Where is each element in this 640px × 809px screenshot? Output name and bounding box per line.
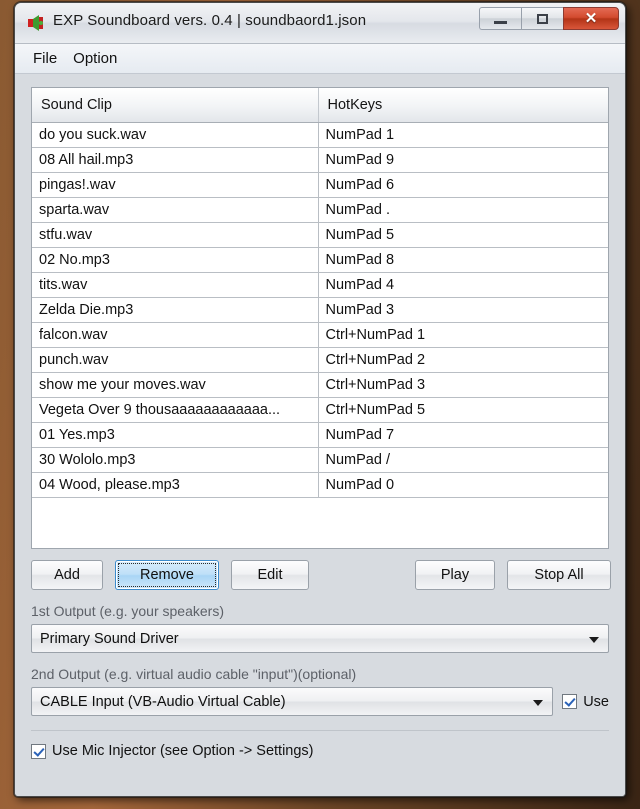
column-header-sound-clip[interactable]: Sound Clip	[32, 88, 318, 122]
play-button[interactable]: Play	[415, 560, 495, 590]
column-header-hotkeys[interactable]: HotKeys	[318, 88, 608, 122]
remove-button-label: Remove	[140, 567, 194, 583]
use-second-output-label: Use	[583, 694, 609, 710]
table-row[interactable]: do you suck.wavNumPad 1	[32, 122, 608, 147]
use-second-output-checkbox[interactable]: Use	[562, 694, 609, 710]
cell-sound-clip: pingas!.wav	[32, 172, 318, 197]
cell-hotkey: Ctrl+NumPad 2	[318, 347, 608, 372]
cell-hotkey: NumPad 6	[318, 172, 608, 197]
table-row[interactable]: Zelda Die.mp3NumPad 3	[32, 297, 608, 322]
soundboard-speaker-icon	[27, 14, 45, 32]
chevron-down-icon	[589, 637, 599, 643]
cell-hotkey: Ctrl+NumPad 1	[318, 322, 608, 347]
table-row[interactable]: falcon.wavCtrl+NumPad 1	[32, 322, 608, 347]
desktop-background: EXP Soundboard vers. 0.4 | soundbaord1.j…	[0, 0, 640, 809]
cell-hotkey: NumPad 4	[318, 272, 608, 297]
application-window: EXP Soundboard vers. 0.4 | soundbaord1.j…	[14, 2, 626, 797]
cell-sound-clip: sparta.wav	[32, 197, 318, 222]
cell-hotkey: NumPad 0	[318, 472, 608, 497]
cell-sound-clip: punch.wav	[32, 347, 318, 372]
title-bar: EXP Soundboard vers. 0.4 | soundbaord1.j…	[15, 3, 625, 44]
mic-injector-row: Use Mic Injector (see Option -> Settings…	[31, 730, 609, 759]
output1-label: 1st Output (e.g. your speakers)	[31, 603, 609, 619]
cell-hotkey: Ctrl+NumPad 3	[318, 372, 608, 397]
add-button-label: Add	[54, 567, 80, 583]
menu-bar: File Option	[15, 44, 625, 74]
cell-hotkey: NumPad 7	[318, 422, 608, 447]
window-title: EXP Soundboard vers. 0.4 | soundbaord1.j…	[53, 12, 366, 29]
sound-clip-table[interactable]: Sound Clip HotKeys do you suck.wavNumPad…	[31, 87, 609, 549]
checkbox-icon	[562, 694, 577, 709]
table-row[interactable]: 01 Yes.mp3NumPad 7	[32, 422, 608, 447]
cell-sound-clip: Zelda Die.mp3	[32, 297, 318, 322]
cell-hotkey: NumPad 1	[318, 122, 608, 147]
cell-sound-clip: Vegeta Over 9 thousaaaaaaaaaaaa...	[32, 397, 318, 422]
cell-sound-clip: 01 Yes.mp3	[32, 422, 318, 447]
client-area: Sound Clip HotKeys do you suck.wavNumPad…	[15, 74, 625, 796]
edit-button[interactable]: Edit	[231, 560, 309, 590]
stop-all-button-label: Stop All	[534, 567, 583, 583]
table-row[interactable]: stfu.wavNumPad 5	[32, 222, 608, 247]
cell-sound-clip: show me your moves.wav	[32, 372, 318, 397]
table-row[interactable]: 04 Wood, please.mp3NumPad 0	[32, 472, 608, 497]
table-row[interactable]: pingas!.wavNumPad 6	[32, 172, 608, 197]
add-button[interactable]: Add	[31, 560, 103, 590]
cell-sound-clip: 08 All hail.mp3	[32, 147, 318, 172]
output2-select[interactable]: CABLE Input (VB-Audio Virtual Cable)	[31, 687, 553, 716]
cell-sound-clip: 02 No.mp3	[32, 247, 318, 272]
stop-all-button[interactable]: Stop All	[507, 560, 611, 590]
table-row[interactable]: show me your moves.wavCtrl+NumPad 3	[32, 372, 608, 397]
cell-hotkey: NumPad 8	[318, 247, 608, 272]
output2-row: CABLE Input (VB-Audio Virtual Cable) Use	[31, 687, 609, 716]
table-row[interactable]: Vegeta Over 9 thousaaaaaaaaaaaa...Ctrl+N…	[32, 397, 608, 422]
table-row[interactable]: 02 No.mp3NumPad 8	[32, 247, 608, 272]
restore-button[interactable]	[521, 7, 563, 30]
table-header-row: Sound Clip HotKeys	[32, 88, 608, 122]
cell-sound-clip: 30 Wololo.mp3	[32, 447, 318, 472]
table-row[interactable]: 08 All hail.mp3NumPad 9	[32, 147, 608, 172]
close-button[interactable]: ✕	[563, 7, 619, 30]
menu-item-file[interactable]: File	[26, 47, 64, 70]
caption-buttons: ✕	[479, 7, 619, 30]
table-row[interactable]: tits.wavNumPad 4	[32, 272, 608, 297]
chevron-down-icon	[533, 700, 543, 706]
cell-hotkey: Ctrl+NumPad 5	[318, 397, 608, 422]
menu-item-option[interactable]: Option	[66, 47, 124, 70]
output1-select[interactable]: Primary Sound Driver	[31, 624, 609, 653]
close-icon: ✕	[585, 11, 598, 26]
action-button-row: Add Remove Edit Play Stop All	[31, 560, 609, 590]
cell-sound-clip: tits.wav	[32, 272, 318, 297]
cell-sound-clip: do you suck.wav	[32, 122, 318, 147]
checkbox-icon	[31, 744, 46, 759]
output1-selected-value: Primary Sound Driver	[40, 631, 179, 647]
cell-sound-clip: falcon.wav	[32, 322, 318, 347]
table-row[interactable]: 30 Wololo.mp3NumPad /	[32, 447, 608, 472]
minimize-button[interactable]	[479, 7, 521, 30]
cell-hotkey: NumPad 9	[318, 147, 608, 172]
remove-button[interactable]: Remove	[115, 560, 219, 590]
restore-icon	[537, 14, 548, 24]
use-mic-injector-checkbox[interactable]: Use Mic Injector (see Option -> Settings…	[31, 743, 609, 759]
cell-hotkey: NumPad .	[318, 197, 608, 222]
output2-selected-value: CABLE Input (VB-Audio Virtual Cable)	[40, 694, 286, 710]
table-row[interactable]: sparta.wavNumPad .	[32, 197, 608, 222]
cell-sound-clip: 04 Wood, please.mp3	[32, 472, 318, 497]
cell-hotkey: NumPad /	[318, 447, 608, 472]
play-button-label: Play	[441, 567, 469, 583]
cell-hotkey: NumPad 5	[318, 222, 608, 247]
table-row[interactable]: punch.wavCtrl+NumPad 2	[32, 347, 608, 372]
edit-button-label: Edit	[258, 567, 283, 583]
use-mic-injector-label: Use Mic Injector (see Option -> Settings…	[52, 743, 314, 759]
cell-sound-clip: stfu.wav	[32, 222, 318, 247]
minimize-icon	[494, 21, 507, 24]
output2-label: 2nd Output (e.g. virtual audio cable "in…	[31, 666, 609, 682]
cell-hotkey: NumPad 3	[318, 297, 608, 322]
